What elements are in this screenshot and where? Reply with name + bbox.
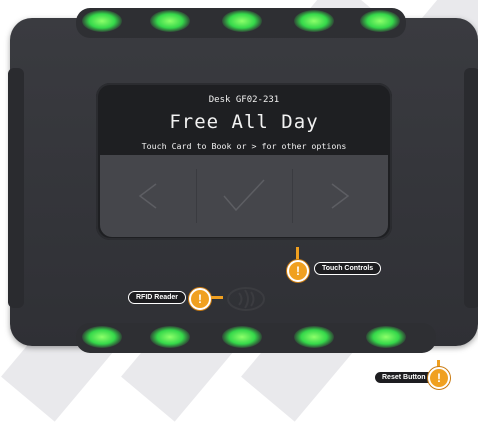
touch-controls-label: Touch Controls (314, 262, 382, 275)
reset-button-alert-icon[interactable]: ! (428, 367, 450, 389)
chevron-right-icon (331, 183, 350, 209)
rfid-reader-pointer (211, 296, 223, 299)
reset-button-label: Reset Button (374, 371, 434, 384)
left-side-grip (8, 68, 24, 308)
availability-status: Free All Day (169, 111, 319, 133)
top-led (222, 10, 262, 32)
top-led (150, 10, 190, 32)
touch-controls-panel (100, 155, 388, 237)
top-led (360, 10, 400, 32)
rfid-reader-icon (227, 287, 265, 311)
checkmark-icon (223, 179, 265, 212)
bottom-led (366, 326, 406, 348)
desk-id-label: Desk GF02-231 (208, 95, 280, 105)
bottom-led (222, 326, 262, 348)
chevron-left-icon (138, 183, 157, 209)
next-button[interactable] (292, 155, 388, 237)
top-led (294, 10, 334, 32)
bottom-led (82, 326, 122, 348)
rfid-reader-alert-icon[interactable]: ! (189, 288, 211, 310)
confirm-button[interactable] (196, 155, 292, 237)
bottom-led (150, 326, 190, 348)
top-led (82, 10, 122, 32)
previous-button[interactable] (100, 155, 196, 237)
bottom-led (294, 326, 334, 348)
right-side-grip (464, 68, 478, 308)
rfid-reader-label: RFID Reader (128, 291, 187, 304)
touch-controls-pointer (296, 247, 299, 261)
touch-controls-alert-icon[interactable]: ! (287, 260, 309, 282)
booking-instruction: Touch Card to Book or > for other option… (141, 141, 347, 151)
